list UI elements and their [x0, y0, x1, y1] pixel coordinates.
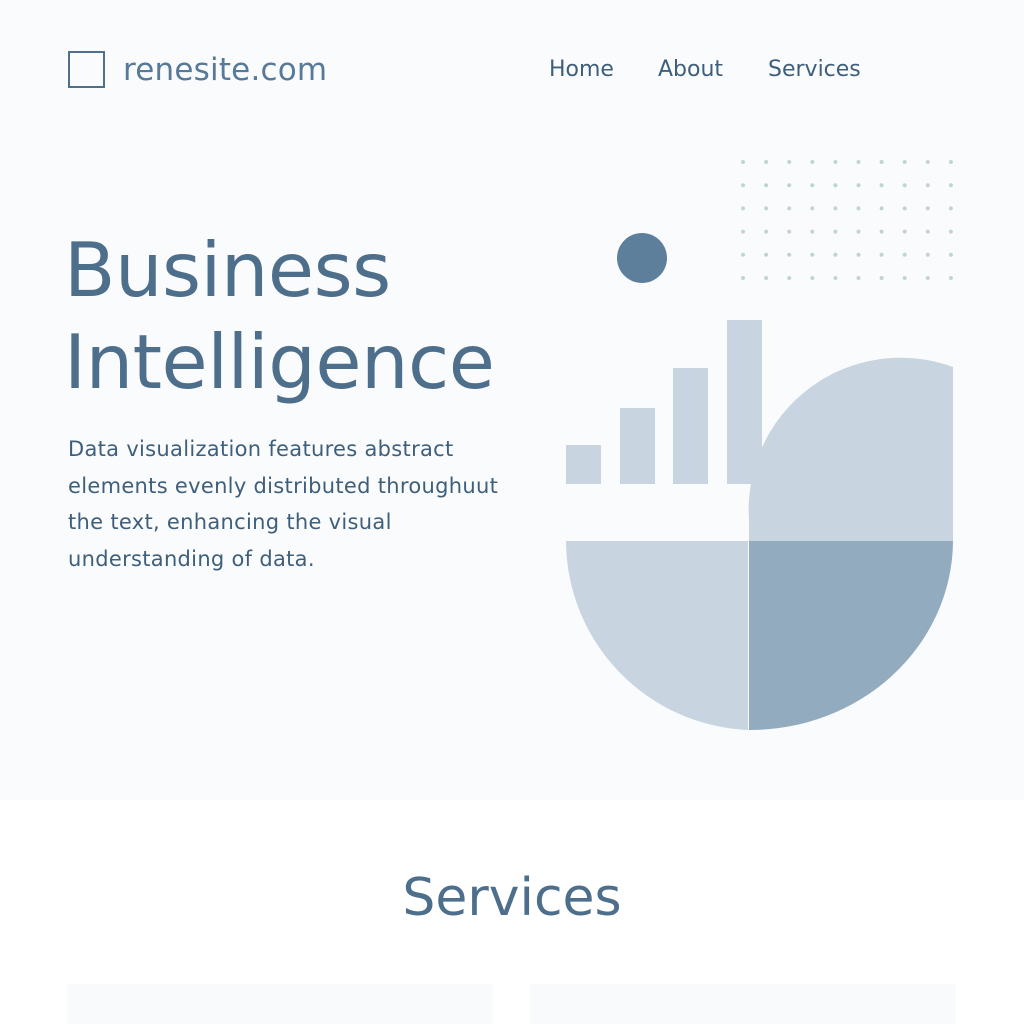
- hero-title-line-1: Business: [64, 226, 391, 314]
- hero-title: Business Intelligence: [64, 224, 534, 408]
- service-card-2[interactable]: [530, 984, 956, 1024]
- logo-square-icon[interactable]: [68, 51, 105, 88]
- service-card-1[interactable]: [67, 984, 493, 1024]
- nav-services-link[interactable]: Services: [768, 56, 861, 86]
- services-heading: Services: [402, 868, 622, 928]
- hero-title-line-2: Intelligence: [64, 318, 495, 406]
- page: renesite.com Home About Services Busines…: [0, 0, 1024, 1024]
- hero-description: Data visualization features abstract ele…: [68, 437, 499, 571]
- nav-home-link[interactable]: Home: [549, 56, 614, 86]
- nav-about-link[interactable]: About: [658, 56, 723, 86]
- site-name[interactable]: renesite.com: [123, 50, 327, 90]
